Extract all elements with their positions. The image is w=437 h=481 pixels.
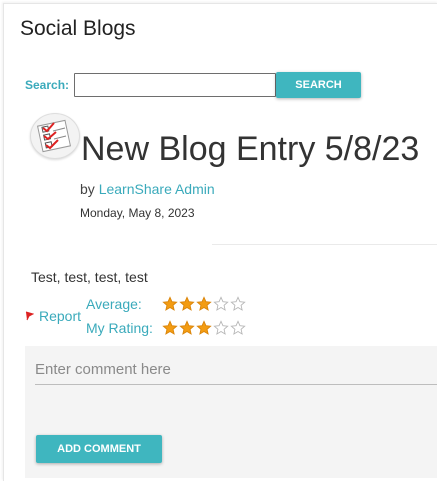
search-button[interactable]: SEARCH <box>276 72 361 98</box>
star-empty-icon <box>213 296 229 311</box>
divider <box>212 244 437 245</box>
star-filled-icon <box>179 296 195 311</box>
byline-prefix: by <box>80 181 95 197</box>
author-avatar <box>30 113 80 159</box>
entry-body: Test, test, test, test <box>31 269 148 285</box>
average-stars <box>162 296 247 312</box>
star-empty-icon[interactable] <box>230 320 246 336</box>
comment-box: ADD COMMENT <box>25 346 437 478</box>
page-title: Social Blogs <box>20 17 136 40</box>
my-rating: My Rating: <box>86 320 247 336</box>
star-filled-icon[interactable] <box>196 320 212 336</box>
star-filled-icon[interactable] <box>162 320 178 336</box>
entry-title: New Blog Entry 5/8/23 <box>81 130 420 168</box>
entry-date: Monday, May 8, 2023 <box>80 206 195 220</box>
star-empty-icon <box>230 296 246 311</box>
author-link[interactable]: LearnShare Admin <box>99 181 215 197</box>
add-comment-button[interactable]: ADD COMMENT <box>36 435 162 463</box>
average-rating-label: Average: <box>86 296 142 312</box>
average-rating: Average: <box>86 296 247 312</box>
blog-checklist-icon <box>37 119 71 153</box>
entry-byline: by LearnShare Admin <box>80 181 215 197</box>
star-filled-icon <box>196 296 212 311</box>
report-label: Report <box>39 308 82 324</box>
comment-input[interactable] <box>35 354 437 385</box>
report-link[interactable]: Report <box>25 308 81 324</box>
search-input[interactable] <box>74 73 276 97</box>
my-rating-label: My Rating: <box>86 320 153 336</box>
flag-icon <box>25 308 35 324</box>
star-filled-icon <box>162 296 178 311</box>
search-label: Search: <box>25 78 70 92</box>
star-filled-icon[interactable] <box>179 320 195 336</box>
star-empty-icon[interactable] <box>213 320 229 336</box>
my-rating-stars[interactable] <box>162 320 247 336</box>
